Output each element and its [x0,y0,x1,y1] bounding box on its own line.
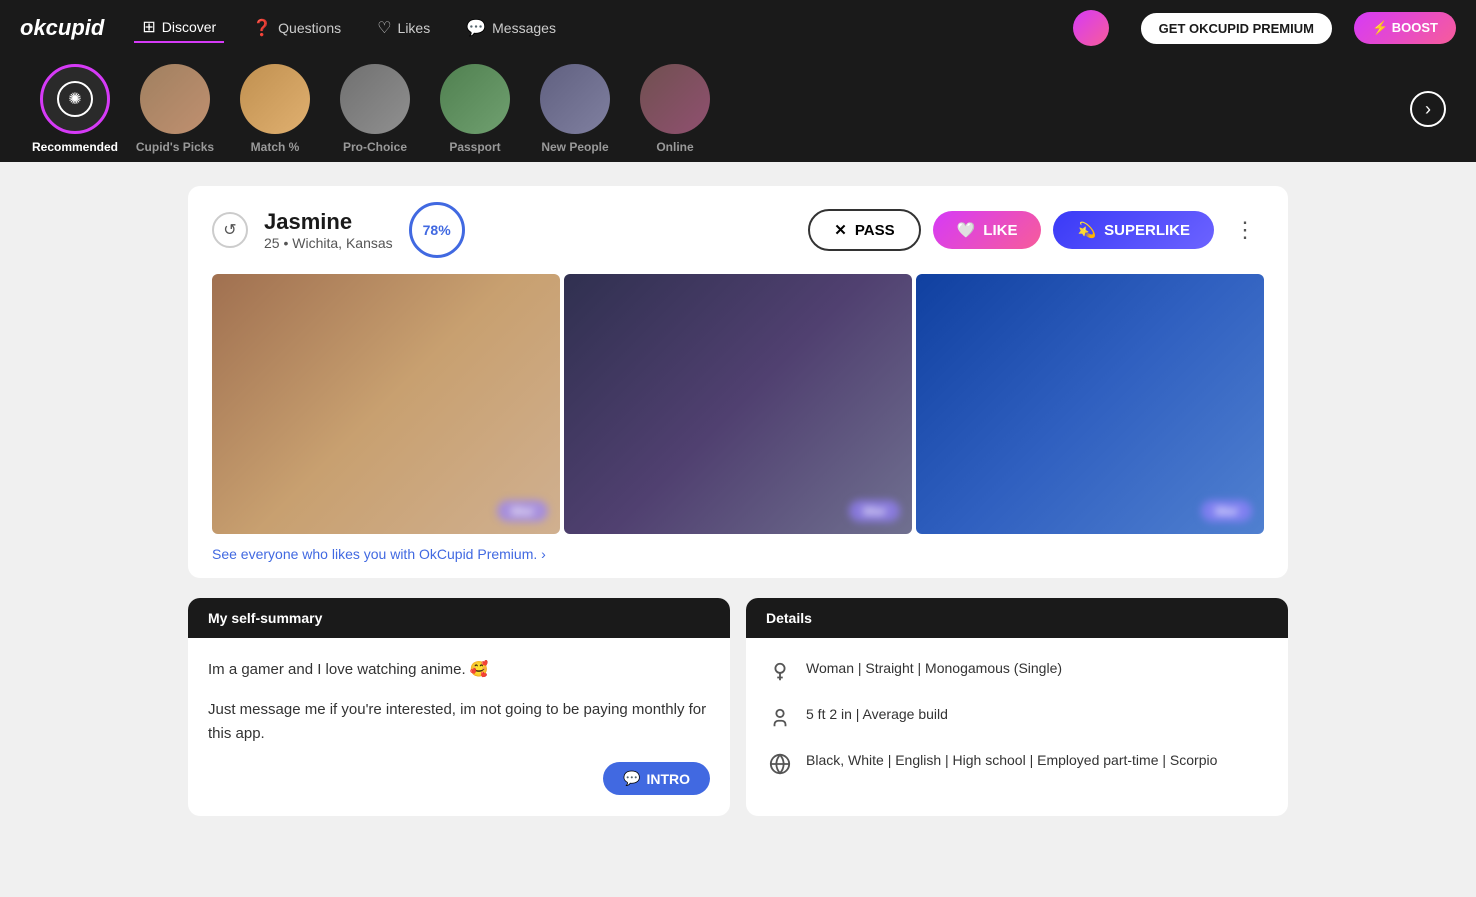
photo-2[interactable]: blur [564,274,912,534]
photo-3[interactable]: blur [916,274,1264,534]
self-summary-header: My self-summary [188,598,730,638]
undo-button[interactable]: ↺ [212,212,248,248]
cat-passport[interactable]: Passport [430,64,520,154]
profile-name: Jasmine [264,209,393,235]
profile-card: ↺ Jasmine 25 • Wichita, Kansas 78% ✕ PAS… [188,186,1288,578]
superlike-icon: 💫 [1077,221,1096,239]
profile-info: Jasmine 25 • Wichita, Kansas [264,209,393,251]
cat-recommended-label: Recommended [32,140,118,154]
main-content: ↺ Jasmine 25 • Wichita, Kansas 78% ✕ PAS… [168,186,1308,816]
detail-row-background: Black, White | English | High school | E… [766,750,1268,778]
questions-icon: ❓ [252,18,272,38]
intro-message-icon: 💬 [623,770,640,787]
detail-gender-text: Woman | Straight | Monogamous (Single) [806,658,1062,679]
cat-match-label: Match % [251,140,300,154]
boost-button[interactable]: ⚡ BOOST [1354,12,1456,44]
summary-paragraph-2: Just message me if you're interested, im… [208,698,710,746]
globe-icon [766,750,794,778]
see-likes-banner[interactable]: See everyone who likes you with OkCupid … [188,534,1288,578]
app-logo: okcupid [20,15,104,41]
top-navigation: okcupid ⊞ Discover ❓ Questions ♡ Likes 💬… [0,0,1476,56]
photo-1[interactable]: blur [212,274,560,534]
nav-discover[interactable]: ⊞ Discover [134,13,224,43]
category-bar: ✺ Recommended Cupid's Picks Match % Pro-… [0,56,1476,162]
profile-age-location: 25 • Wichita, Kansas [264,235,393,251]
cat-match-avatar [240,64,310,134]
cat-new-people-label: New People [541,140,608,154]
detail-row-gender: Woman | Straight | Monogamous (Single) [766,658,1268,686]
profile-header: ↺ Jasmine 25 • Wichita, Kansas 78% ✕ PAS… [188,186,1288,274]
action-buttons: ✕ PASS 🤍 LIKE 💫 SUPERLIKE ⋮ [808,209,1264,251]
likes-icon: ♡ [377,18,391,38]
profile-details: My self-summary Im a gamer and I love wa… [188,598,1288,816]
category-next-button[interactable]: › [1410,91,1446,127]
cat-recommended-avatar: ✺ [40,64,110,134]
more-options-button[interactable]: ⋮ [1226,213,1264,247]
superlike-button[interactable]: 💫 SUPERLIKE [1053,211,1214,249]
premium-button[interactable]: GET OKCUPID PREMIUM [1139,11,1334,46]
summary-paragraph-1: Im a gamer and I love watching anime. 🥰 [208,658,710,682]
like-button[interactable]: 🤍 LIKE [933,211,1042,249]
cat-cupids-picks[interactable]: Cupid's Picks [130,64,220,154]
messages-icon: 💬 [466,18,486,38]
cat-recommended[interactable]: ✺ Recommended [30,64,120,154]
nav-messages[interactable]: 💬 Messages [458,14,564,42]
cat-passport-avatar [440,64,510,134]
height-icon [766,704,794,732]
details-card: Details Woman | Straight | Monogamous (S… [746,598,1288,816]
cat-cupids-label: Cupid's Picks [136,140,214,154]
gender-icon [766,658,794,686]
nav-likes[interactable]: ♡ Likes [369,14,438,42]
cat-online-avatar [640,64,710,134]
photos-grid: blur blur blur [188,274,1288,534]
cat-online[interactable]: Online [630,64,720,154]
self-summary-body: Im a gamer and I love watching anime. 🥰 … [188,638,730,782]
detail-height-text: 5 ft 2 in | Average build [806,704,948,725]
intro-button[interactable]: 💬 INTRO [603,762,710,795]
photo-2-badge: blur [849,500,900,522]
details-body: Woman | Straight | Monogamous (Single) 5… [746,638,1288,816]
self-summary-card: My self-summary Im a gamer and I love wa… [188,598,730,816]
details-header: Details [746,598,1288,638]
photo-3-badge: blur [1201,500,1252,522]
cat-online-label: Online [656,140,693,154]
detail-row-height: 5 ft 2 in | Average build [766,704,1268,732]
cat-new-people[interactable]: New People [530,64,620,154]
cat-match[interactable]: Match % [230,64,320,154]
nav-questions[interactable]: ❓ Questions [244,14,349,42]
pass-button[interactable]: ✕ PASS [808,209,920,251]
recommended-icon: ✺ [57,81,93,117]
like-heart-icon: 🤍 [957,221,976,239]
cat-pro-choice[interactable]: Pro-Choice [330,64,420,154]
self-summary-text: Im a gamer and I love watching anime. 🥰 … [208,658,710,746]
photo-1-badge: blur [497,500,548,522]
discover-icon: ⊞ [142,17,155,37]
cat-passport-label: Passport [449,140,500,154]
pass-x-icon: ✕ [834,221,847,239]
cat-pro-choice-label: Pro-Choice [343,140,407,154]
see-likes-link[interactable]: See everyone who likes you with OkCupid … [212,546,546,562]
cat-pro-choice-avatar [340,64,410,134]
match-percentage: 78% [409,202,465,258]
cat-cupids-avatar [140,64,210,134]
user-avatar[interactable] [1073,10,1109,46]
detail-background-text: Black, White | English | High school | E… [806,750,1217,771]
cat-new-people-avatar [540,64,610,134]
